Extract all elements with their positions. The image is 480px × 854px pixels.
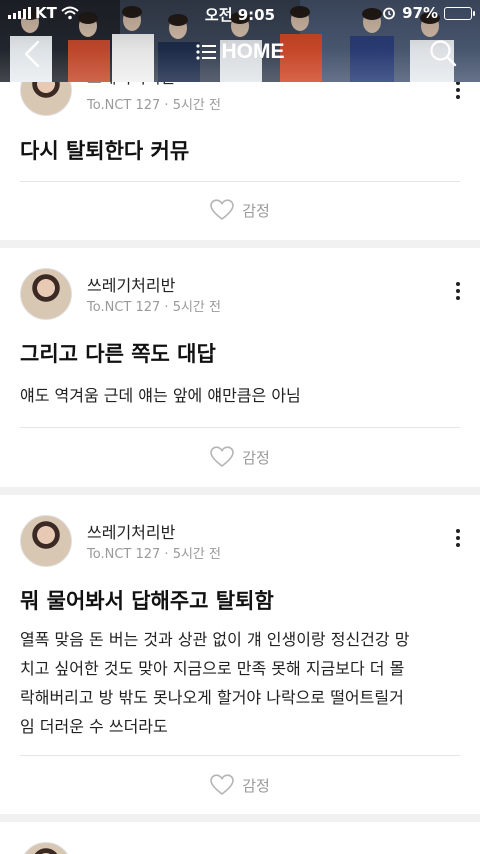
post-body-line: 열폭 맞음 돈 버는 것과 상관 없이 걔 인생이랑 정신건강 망 (20, 630, 410, 649)
post-body-line: 치고 싶어한 것도 맞아 지금으로 만족 못해 지금보다 더 몰 (20, 659, 405, 678)
post-card[interactable]: 쓰레기처리반 To.NCT 127 · 5시간 전 그리고 다른 쪽도 대답 얘… (0, 248, 480, 487)
author-name[interactable]: 쓰레기처리반 (87, 519, 175, 543)
home-title-button[interactable]: HOME (0, 40, 480, 64)
app-header: KT 오전 9:05 97% HOME (0, 0, 480, 82)
post-card[interactable]: 쓰레기처리반 To.NCT 127 · 5시간 전 뭐 물어봐서 답해주고 탈퇴… (0, 495, 480, 814)
community-name: To.NCT 127 (87, 547, 161, 562)
reaction-label: 감정 (242, 201, 270, 220)
heart-icon (210, 199, 234, 221)
status-bar: KT 오전 9:05 97% (0, 0, 480, 26)
post-title[interactable]: 그리고 다른 쪽도 대답 (20, 338, 216, 368)
post-time: 5시간 전 (172, 300, 221, 315)
meta-separator: · (164, 300, 173, 315)
nav-bar: HOME (0, 34, 480, 74)
post-time: 5시간 전 (172, 547, 221, 562)
alarm-icon (383, 7, 395, 20)
reaction-label: 감정 (242, 776, 270, 795)
community-name: To.NCT 127 (87, 300, 161, 315)
heart-icon (210, 774, 234, 796)
battery-percent: 97% (402, 4, 438, 22)
post-body[interactable]: 얘도 역겨움 근데 얘는 앞에 얘만큼은 아님 (20, 381, 460, 410)
author-name[interactable]: 쓰레기처리반 (87, 272, 175, 296)
list-icon (195, 44, 216, 60)
more-options-icon[interactable] (454, 81, 462, 103)
divider (20, 755, 460, 756)
divider (20, 181, 460, 182)
avatar[interactable] (20, 515, 72, 567)
status-right: 97% (382, 4, 475, 22)
post-title[interactable]: 뭐 물어봐서 답해주고 탈퇴함 (20, 585, 274, 615)
post-separator (0, 240, 480, 248)
reaction-button[interactable]: 감정 (0, 195, 480, 225)
page-title: HOME (221, 40, 285, 63)
post-card[interactable] (0, 822, 480, 854)
avatar[interactable] (20, 268, 72, 320)
more-options-icon[interactable] (454, 529, 462, 551)
reaction-button[interactable]: 감정 (0, 770, 480, 800)
post-body-line: 임 더러운 수 쓰더라도 (20, 717, 168, 736)
more-options-icon[interactable] (454, 282, 462, 304)
post-title[interactable]: 다시 탈퇴한다 커뮤 (20, 135, 189, 165)
post-separator (0, 487, 480, 495)
post-time: 5시간 전 (172, 98, 221, 113)
divider (20, 427, 460, 428)
meta-separator: · (164, 547, 173, 562)
post-header: 쓰레기처리반 To.NCT 127 · 5시간 전 (0, 268, 480, 328)
post-meta: To.NCT 127 · 5시간 전 (87, 543, 221, 562)
post-body[interactable]: 열폭 맞음 돈 버는 것과 상관 없이 걔 인생이랑 정신건강 망 치고 싶어한… (20, 625, 460, 741)
post-body-line: 락해버리고 방 밖도 못나오게 할거야 나락으로 떨어트릴거 (20, 688, 404, 707)
reaction-button[interactable]: 감정 (0, 442, 480, 472)
heart-icon (210, 446, 234, 468)
avatar[interactable] (20, 842, 72, 854)
community-name: To.NCT 127 (87, 98, 161, 113)
post-separator (0, 814, 480, 822)
search-icon[interactable] (428, 38, 458, 68)
post-meta: To.NCT 127 · 5시간 전 (87, 94, 221, 113)
post-meta: To.NCT 127 · 5시간 전 (87, 296, 221, 315)
post-card[interactable]: 쓰레기처리반 To.NCT 127 · 5시간 전 다시 탈퇴한다 커뮤 감정 (0, 64, 480, 241)
battery-icon (444, 6, 475, 20)
meta-separator: · (164, 98, 173, 113)
reaction-label: 감정 (242, 448, 270, 467)
post-header: 쓰레기처리반 To.NCT 127 · 5시간 전 (0, 515, 480, 575)
